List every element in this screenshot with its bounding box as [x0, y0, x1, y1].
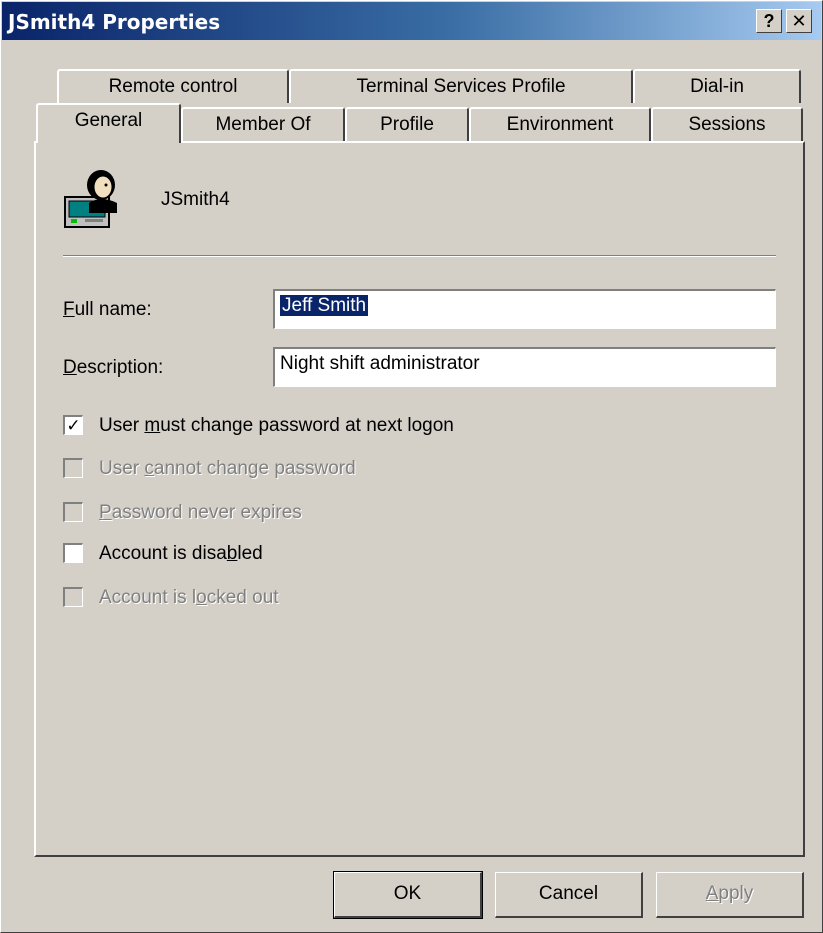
- full-name-label: Full name:: [63, 299, 152, 320]
- tab-profile[interactable]: Profile: [345, 107, 469, 141]
- full-name-value: Jeff Smith: [280, 295, 369, 316]
- general-tab-panel: [34, 141, 805, 857]
- tab-sessions[interactable]: Sessions: [651, 107, 803, 141]
- tab-remote-control[interactable]: Remote control: [57, 69, 289, 103]
- description-label: Description:: [63, 357, 164, 378]
- ok-button[interactable]: OK: [333, 871, 483, 919]
- checkbox-label: Password never expires: [99, 502, 302, 523]
- checkbox-label: Account is locked out: [99, 587, 279, 608]
- separator: [63, 255, 776, 257]
- checkbox-box[interactable]: [63, 543, 83, 563]
- username-label: JSmith4: [161, 189, 230, 210]
- checkbox-box: [63, 587, 83, 607]
- checkbox-label: User must change password at next logon: [99, 415, 454, 436]
- description-value: Night shift administrator: [280, 353, 480, 374]
- full-name-field[interactable]: Jeff Smith: [273, 289, 776, 329]
- checkbox-label: User cannot change password: [99, 458, 356, 479]
- title-bar[interactable]: JSmith4 Properties ? ✕: [2, 2, 821, 40]
- checkbox-box: [63, 502, 83, 522]
- tab-environment[interactable]: Environment: [469, 107, 651, 141]
- apply-button: Apply: [656, 872, 804, 918]
- user-computer-icon: [64, 170, 117, 228]
- tab-general[interactable]: General: [36, 103, 181, 143]
- window-title: JSmith4 Properties: [8, 10, 221, 34]
- checkbox-box[interactable]: ✓: [63, 415, 83, 435]
- properties-dialog: JSmith4 Properties ? ✕ Remote control Te…: [0, 0, 823, 933]
- checkbox-box: [63, 458, 83, 478]
- checkbox-label: Account is disabled: [99, 543, 263, 564]
- close-button[interactable]: ✕: [786, 9, 812, 33]
- help-button[interactable]: ?: [756, 9, 782, 33]
- tab-member-of[interactable]: Member Of: [181, 107, 345, 141]
- tab-dial-in[interactable]: Dial-in: [633, 69, 801, 103]
- description-field[interactable]: Night shift administrator: [273, 347, 776, 387]
- tab-terminal-services-profile[interactable]: Terminal Services Profile: [289, 69, 633, 103]
- cancel-button[interactable]: Cancel: [495, 872, 643, 918]
